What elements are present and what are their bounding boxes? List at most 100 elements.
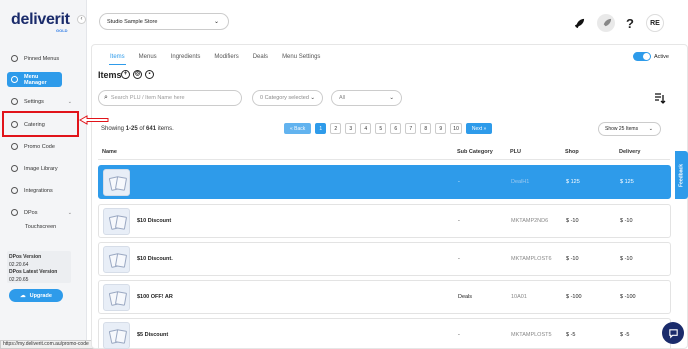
item-sub-category: - (458, 218, 460, 224)
chat-icon[interactable] (662, 322, 684, 344)
pagination-page[interactable]: 9 (435, 123, 447, 134)
item-shop-price: $ -100 (566, 294, 582, 300)
table-row[interactable]: $10 Discount. - MKTAMPLOST6 $ -10 $ -10 (98, 242, 671, 276)
item-thumbnail (103, 322, 130, 349)
item-delivery-price: $ -5 (620, 332, 630, 338)
sidebar-collapse-button[interactable]: ‹ (77, 15, 86, 24)
category-dropdown[interactable]: 0 Category selected ⌄ (252, 90, 323, 106)
table-row[interactable]: $100 OFF! AR Deals 10A01 $ -100 $ -100 (98, 280, 671, 314)
filter-icon[interactable] (654, 92, 666, 107)
active-toggle-label: Active (654, 54, 669, 60)
pagination-page[interactable]: 10 (450, 123, 462, 134)
item-plu: MKTAMP2ND6 (511, 218, 549, 224)
item-sub-category: - (458, 179, 460, 185)
item-name: $5 Discount (137, 332, 169, 338)
sidebar-item-menu-manager[interactable]: Menu Manager (7, 72, 62, 87)
sidebar-item-image-library[interactable]: Image Library (7, 161, 62, 176)
active-toggle[interactable] (633, 52, 651, 61)
chevron-down-icon: ⌄ (213, 19, 219, 25)
sidebar-item-dpos[interactable]: DPos ⌄ (7, 205, 72, 220)
pagination-page[interactable]: 5 (375, 123, 387, 134)
item-plu: MKTAMPLOST5 (511, 332, 552, 338)
feedback-tab[interactable]: Feedback (675, 151, 688, 199)
menu-icon (11, 76, 18, 83)
column-header-sub-category[interactable]: Sub Category (457, 149, 493, 155)
tab-ingredients[interactable]: Ingredients (170, 52, 202, 65)
sidebar-item-settings[interactable]: Settings ⌄ (7, 94, 72, 109)
table-row[interactable]: $5 Discount - MKTAMPLOST5 $ -5 $ -5 (98, 318, 671, 349)
help-icon[interactable]: ? (621, 14, 639, 32)
search-input[interactable]: ⌕ Search PLU / Item Name here (98, 90, 242, 106)
sync-icon[interactable]: ◎ (133, 70, 142, 79)
pagination-page[interactable]: 1 (315, 123, 327, 134)
table-row[interactable]: $10 Discount - MKTAMP2ND6 $ -10 $ -10 (98, 204, 671, 238)
item-name: $100 OFF! AR (137, 294, 173, 300)
item-delivery-price: $ 125 (620, 179, 634, 185)
item-thumbnail (103, 169, 130, 196)
status-dropdown[interactable]: All ⌄ (331, 90, 402, 106)
column-header-delivery[interactable]: Delivery (619, 149, 640, 155)
page-size-select[interactable]: Show 25 Items ⌄ (598, 122, 661, 136)
pagination-page[interactable]: 7 (405, 123, 417, 134)
column-header-plu[interactable]: PLU (510, 149, 521, 155)
sidebar-item-label: Settings (24, 98, 44, 105)
add-item-icon[interactable]: + (121, 70, 130, 79)
pagination-page[interactable]: 8 (420, 123, 432, 134)
upgrade-button[interactable]: ☁ Upgrade (9, 289, 63, 302)
tab-deals[interactable]: Deals (252, 52, 269, 65)
version-label: DPos Version (9, 254, 42, 260)
rocket-icon[interactable] (570, 14, 588, 32)
cloud-upload-icon: ☁ (20, 292, 26, 299)
result-count: Showing 1-25 of 641 items. (101, 126, 174, 132)
item-shop-price: $ -10 (566, 218, 579, 224)
pagination-page[interactable]: 2 (330, 123, 342, 134)
sidebar: deliverit GOLD ‹ Pinned Menus Menu Manag… (0, 0, 87, 349)
chevron-down-icon: ⌄ (67, 209, 72, 216)
result-count-prefix: Showing (101, 126, 126, 132)
avatar[interactable]: RE (646, 14, 664, 32)
item-thumbnail (103, 246, 130, 273)
latest-version-label: DPos Latest Version (9, 269, 58, 275)
result-total: 641 (146, 126, 157, 132)
result-count-suffix: items. (156, 126, 174, 132)
version-panel: DPos Version 02.20.64 DPos Latest Versio… (7, 251, 71, 283)
chevron-down-icon: ⌄ (310, 95, 315, 101)
pos-icon (11, 209, 18, 216)
item-shop-price: $ -10 (566, 256, 579, 262)
search-placeholder: Search PLU / Item Name here (110, 95, 185, 101)
store-select[interactable]: Studio Sample Store ⌄ (99, 13, 229, 30)
gear-icon (11, 98, 18, 105)
print-icon[interactable]: ▪ (145, 70, 154, 79)
pagination: « Back 1 2 3 4 5 6 7 8 9 10 Next » (284, 123, 493, 134)
table-row[interactable]: - DealH1 $ 125 $ 125 (98, 165, 671, 199)
item-plu: 10A01 (511, 294, 527, 300)
item-delivery-price: $ -10 (620, 218, 633, 224)
item-thumbnail (103, 284, 130, 311)
sidebar-item-pinned-menus[interactable]: Pinned Menus (7, 51, 62, 66)
sidebar-subitem-touchscreen[interactable]: Touchscreen (25, 224, 56, 230)
column-header-shop[interactable]: Shop (565, 149, 579, 155)
item-name: $10 Discount (137, 218, 172, 224)
tab-modifiers[interactable]: Modifiers (213, 52, 239, 65)
pagination-page[interactable]: 4 (360, 123, 372, 134)
integration-icon (11, 187, 18, 194)
sidebar-item-label: Image Library (24, 165, 58, 172)
pagination-next-button[interactable]: Next » (465, 123, 493, 134)
pagination-page[interactable]: 6 (390, 123, 402, 134)
tab-items[interactable]: Items (109, 52, 126, 65)
rocket-disabled-icon[interactable] (597, 14, 615, 32)
sidebar-item-integrations[interactable]: Integrations (7, 183, 62, 198)
pagination-page[interactable]: 3 (345, 123, 357, 134)
annotation-highlight-box (2, 111, 79, 137)
tab-menus[interactable]: Menus (138, 52, 158, 65)
annotation-arrow-icon (79, 115, 109, 125)
page-title: Items (98, 70, 122, 80)
brand-logo[interactable]: deliverit (11, 11, 70, 29)
sidebar-item-promo-code[interactable]: Promo Code (7, 139, 62, 154)
column-header-name[interactable]: Name (102, 149, 117, 155)
tab-menu-settings[interactable]: Menu Settings (281, 52, 321, 65)
status-dropdown-value: All (339, 95, 346, 101)
pagination-back-button[interactable]: « Back (284, 123, 312, 134)
item-thumbnail (103, 208, 130, 235)
chevron-down-icon: ⌄ (648, 126, 653, 132)
